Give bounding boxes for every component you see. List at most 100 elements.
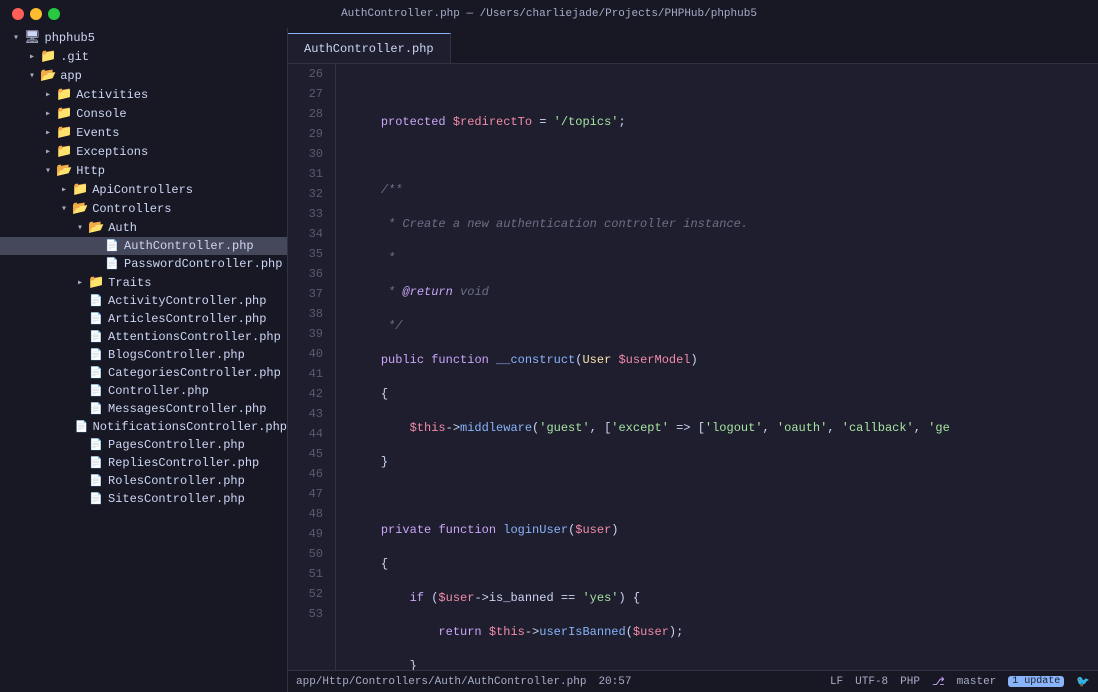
sidebar-item-root[interactable]: 🖥 phphub5 — [0, 28, 287, 47]
update-badge[interactable]: 1 update — [1008, 676, 1064, 687]
sidebar-item-apicontrollers[interactable]: 📁 ApiControllers — [0, 180, 287, 199]
sidebar-item-sitescontroller[interactable]: 📄 SitesController.php — [0, 490, 287, 508]
minimize-button[interactable] — [30, 8, 42, 20]
status-branch: master — [957, 676, 997, 688]
code-line-43: } — [352, 656, 1098, 670]
status-path: app/Http/Controllers/Auth/AuthController… — [296, 676, 586, 688]
folder-icon: 📁 — [56, 125, 72, 140]
sidebar-item-controllers[interactable]: 📂 Controllers — [0, 199, 287, 218]
sidebar-item-http[interactable]: 📂 Http — [0, 161, 287, 180]
code-line-40: { — [352, 554, 1098, 574]
sidebar-item-passwordcontroller[interactable]: 📄 PasswordController.php — [0, 255, 287, 273]
sidebar-item-controller[interactable]: 📄 Controller.php — [0, 382, 287, 400]
sidebar[interactable]: 🖥 phphub5 📁 .git 📂 app 📁 Activities 📁 Co… — [0, 28, 288, 692]
sidebar-item-label: .git — [60, 50, 89, 64]
sidebar-item-label: Auth — [108, 221, 137, 235]
folder-icon: 📁 — [56, 106, 72, 121]
code-editor[interactable]: protected $redirectTo = '/topics'; /** *… — [336, 64, 1098, 670]
code-line-28 — [352, 146, 1098, 166]
sidebar-root-label: phphub5 — [45, 31, 95, 45]
sidebar-item-label: RolesController.php — [108, 474, 245, 488]
sidebar-item-pagescontroller[interactable]: 📄 PagesController.php — [0, 436, 287, 454]
code-line-29: /** — [352, 180, 1098, 200]
sidebar-item-repliescontroller[interactable]: 📄 RepliesController.php — [0, 454, 287, 472]
sidebar-item-rolescontroller[interactable]: 📄 RolesController.php — [0, 472, 287, 490]
sidebar-item-label: ArticlesController.php — [108, 312, 266, 326]
line-numbers: 26 27 28 29 30 31 32 33 34 35 36 37 38 3… — [288, 64, 336, 670]
file-icon: 📄 — [88, 294, 104, 308]
arrow-icon — [40, 146, 56, 158]
file-icon: 📄 — [88, 312, 104, 326]
sidebar-item-notificationscontroller[interactable]: 📄 NotificationsController.php — [0, 418, 287, 436]
status-bar: app/Http/Controllers/Auth/AuthController… — [288, 670, 1098, 692]
editor-area: AuthController.php 26 27 28 29 30 31 32 … — [288, 28, 1098, 692]
file-icon: 📄 — [88, 474, 104, 488]
code-area[interactable]: 26 27 28 29 30 31 32 33 34 35 36 37 38 3… — [288, 64, 1098, 670]
sidebar-item-activities[interactable]: 📁 Activities — [0, 85, 287, 104]
file-icon: 📄 — [88, 384, 104, 398]
arrow-icon — [40, 89, 56, 101]
code-line-30: * Create a new authentication controller… — [352, 214, 1098, 234]
sidebar-item-messagescontroller[interactable]: 📄 MessagesController.php — [0, 400, 287, 418]
maximize-button[interactable] — [48, 8, 60, 20]
sidebar-item-traits[interactable]: 📁 Traits — [0, 273, 287, 292]
arrow-icon — [56, 184, 72, 196]
sidebar-item-label: Controller.php — [108, 384, 209, 398]
sidebar-item-label: ApiControllers — [92, 183, 193, 197]
close-button[interactable] — [12, 8, 24, 20]
status-position: 20:57 — [598, 676, 631, 688]
arrow-icon — [8, 32, 24, 44]
file-icon: 📄 — [104, 257, 120, 271]
sidebar-item-label: CategoriesController.php — [108, 366, 281, 380]
folder-icon: 📂 — [40, 68, 56, 83]
code-line-37: } — [352, 452, 1098, 472]
arrow-icon — [40, 108, 56, 120]
sidebar-item-auth[interactable]: 📂 Auth — [0, 218, 287, 237]
folder-icon: 📂 — [56, 163, 72, 178]
tab-bar[interactable]: AuthController.php — [288, 28, 1098, 64]
sidebar-item-attentionscontroller[interactable]: 📄 AttentionsController.php — [0, 328, 287, 346]
file-icon: 📄 — [88, 366, 104, 380]
sidebar-item-categoriescontroller[interactable]: 📄 CategoriesController.php — [0, 364, 287, 382]
sidebar-item-label: PagesController.php — [108, 438, 245, 452]
file-icon: 📄 — [88, 438, 104, 452]
sidebar-item-label: BlogsController.php — [108, 348, 245, 362]
sidebar-item-label: PasswordController.php — [124, 257, 282, 271]
tab-label: AuthController.php — [304, 42, 434, 56]
sidebar-item-label: Console — [76, 107, 126, 121]
sidebar-item-blogscontroller[interactable]: 📄 BlogsController.php — [0, 346, 287, 364]
folder-icon: 📂 — [88, 220, 104, 235]
folder-icon: 📁 — [88, 275, 104, 290]
sidebar-item-label: Traits — [108, 276, 151, 290]
sidebar-item-label: NotificationsController.php — [93, 420, 287, 434]
sidebar-item-exceptions[interactable]: 📁 Exceptions — [0, 142, 287, 161]
code-line-27: protected $redirectTo = '/topics'; — [352, 112, 1098, 132]
arrow-icon — [24, 51, 40, 63]
arrow-icon — [72, 222, 88, 234]
arrow-icon — [72, 277, 88, 289]
titlebar: AuthController.php — /Users/charliejade/… — [0, 0, 1098, 28]
file-icon: 📄 — [75, 420, 89, 434]
editor-tab[interactable]: AuthController.php — [288, 33, 451, 63]
sidebar-item-label: Controllers — [92, 202, 171, 216]
status-language: PHP — [900, 676, 920, 688]
sidebar-item-console[interactable]: 📁 Console — [0, 104, 287, 123]
sidebar-item-authcontroller[interactable]: 📄 AuthController.php — [0, 237, 287, 255]
file-icon: 📄 — [88, 348, 104, 362]
sidebar-item-activitycontroller[interactable]: 📄 ActivityController.php — [0, 292, 287, 310]
code-line-32: * @return void — [352, 282, 1098, 302]
status-right: LF UTF-8 PHP ⎇ master 1 update 🐦 — [830, 675, 1090, 689]
file-icon: 📄 — [88, 330, 104, 344]
sidebar-item-events[interactable]: 📁 Events — [0, 123, 287, 142]
sidebar-item-articlescontroller[interactable]: 📄 ArticlesController.php — [0, 310, 287, 328]
sidebar-item-label: AuthController.php — [124, 239, 254, 253]
code-line-36: $this->middleware('guest', ['except' => … — [352, 418, 1098, 438]
sidebar-item-app[interactable]: 📂 app — [0, 66, 287, 85]
window-controls[interactable] — [12, 8, 60, 20]
file-icon: 📄 — [104, 239, 120, 253]
status-charset: UTF-8 — [855, 676, 888, 688]
arrow-icon — [56, 203, 72, 215]
sidebar-item-git[interactable]: 📁 .git — [0, 47, 287, 66]
folder-icon: 📁 — [56, 144, 72, 159]
code-line-34: public function __construct(User $userMo… — [352, 350, 1098, 370]
